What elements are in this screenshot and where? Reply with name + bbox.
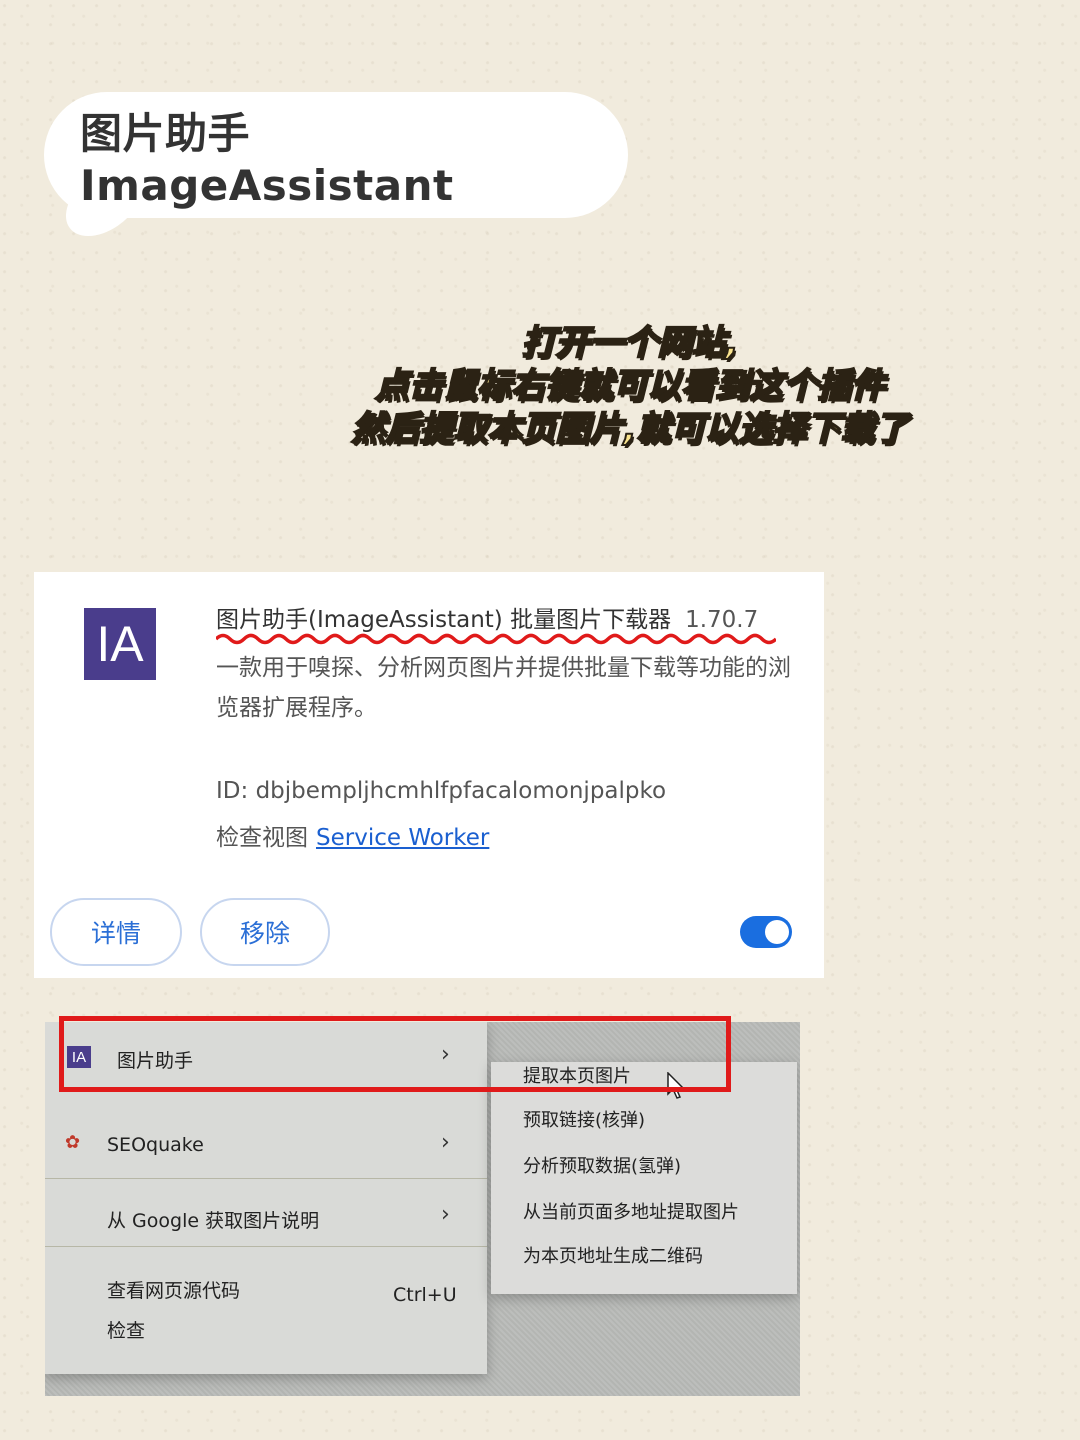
page-title: 图片助手 ImageAssistant (80, 109, 454, 210)
extension-id-row: ID: dbjbempljhcmhlfpfacalomonjpalpko (216, 778, 666, 804)
extension-id-label: ID: (216, 778, 249, 804)
toggle-knob (765, 920, 789, 944)
instruction-line-1: 打开一个网站, (521, 322, 740, 364)
instructions: 打开一个网站, 点击鼠标右键就可以看到这个插件 然后提取本页图片,就可以选择下载… (300, 322, 960, 451)
menu-item-label: SEOquake (107, 1134, 204, 1156)
extension-name-row: 图片助手(ImageAssistant) 批量图片下载器 1.70.7 (216, 600, 758, 634)
submenu-prefetch-links[interactable]: 预取链接(核弹) (523, 1106, 645, 1132)
inspect-views-label: 检查视图 (216, 825, 308, 851)
title-bubble: 图片助手 ImageAssistant (44, 92, 628, 218)
menu-item-label: 检查 (107, 1320, 146, 1342)
extension-description: 一款用于嗅探、分析网页图片并提供批量下载等功能的浏览器扩展程序。 (216, 655, 791, 721)
extension-version: 1.70.7 (685, 607, 759, 633)
extension-card: IA 图片助手(ImageAssistant) 批量图片下载器 1.70.7 一款… (34, 572, 824, 978)
enable-toggle[interactable] (740, 916, 792, 948)
chevron-right-icon: › (441, 1202, 450, 1227)
extension-name: 图片助手(ImageAssistant) 批量图片下载器 (216, 607, 672, 633)
submenu-multi-address-extract[interactable]: 从当前页面多地址提取图片 (523, 1198, 739, 1224)
menu-separator (45, 1246, 487, 1247)
wavy-underline-annotation (216, 633, 776, 645)
details-button[interactable]: 详情 (50, 898, 182, 966)
menu-item-shortcut: Ctrl+U (393, 1284, 457, 1306)
submenu-generate-qr[interactable]: 为本页地址生成二维码 (523, 1242, 703, 1268)
instruction-line-2: 点击鼠标右键就可以看到这个插件 (374, 365, 886, 407)
submenu-analyze-prefetch[interactable]: 分析预取数据(氢弹) (523, 1152, 681, 1178)
remove-button[interactable]: 移除 (200, 898, 330, 966)
service-worker-link[interactable]: Service Worker (316, 825, 489, 851)
chevron-right-icon: › (441, 1130, 450, 1155)
seoquake-icon: ✿ (65, 1132, 81, 1153)
menu-item-label: 从 Google 获取图片说明 (107, 1210, 320, 1232)
extension-id-value: dbjbempljhcmhlfpfacalomonjpalpko (255, 778, 667, 804)
ia-logo-icon: IA (84, 608, 156, 680)
menu-item-label: 查看网页源代码 (107, 1280, 241, 1302)
imageassistant-submenu: 提取本页图片 预取链接(核弹) 分析预取数据(氢弹) 从当前页面多地址提取图片 … (491, 1062, 797, 1294)
red-highlight-box (59, 1016, 731, 1092)
menu-separator (45, 1178, 487, 1179)
instruction-line-3: 然后提取本页图片,就可以选择下载了 (351, 408, 910, 450)
inspect-views-row: 检查视图 Service Worker (216, 818, 489, 852)
